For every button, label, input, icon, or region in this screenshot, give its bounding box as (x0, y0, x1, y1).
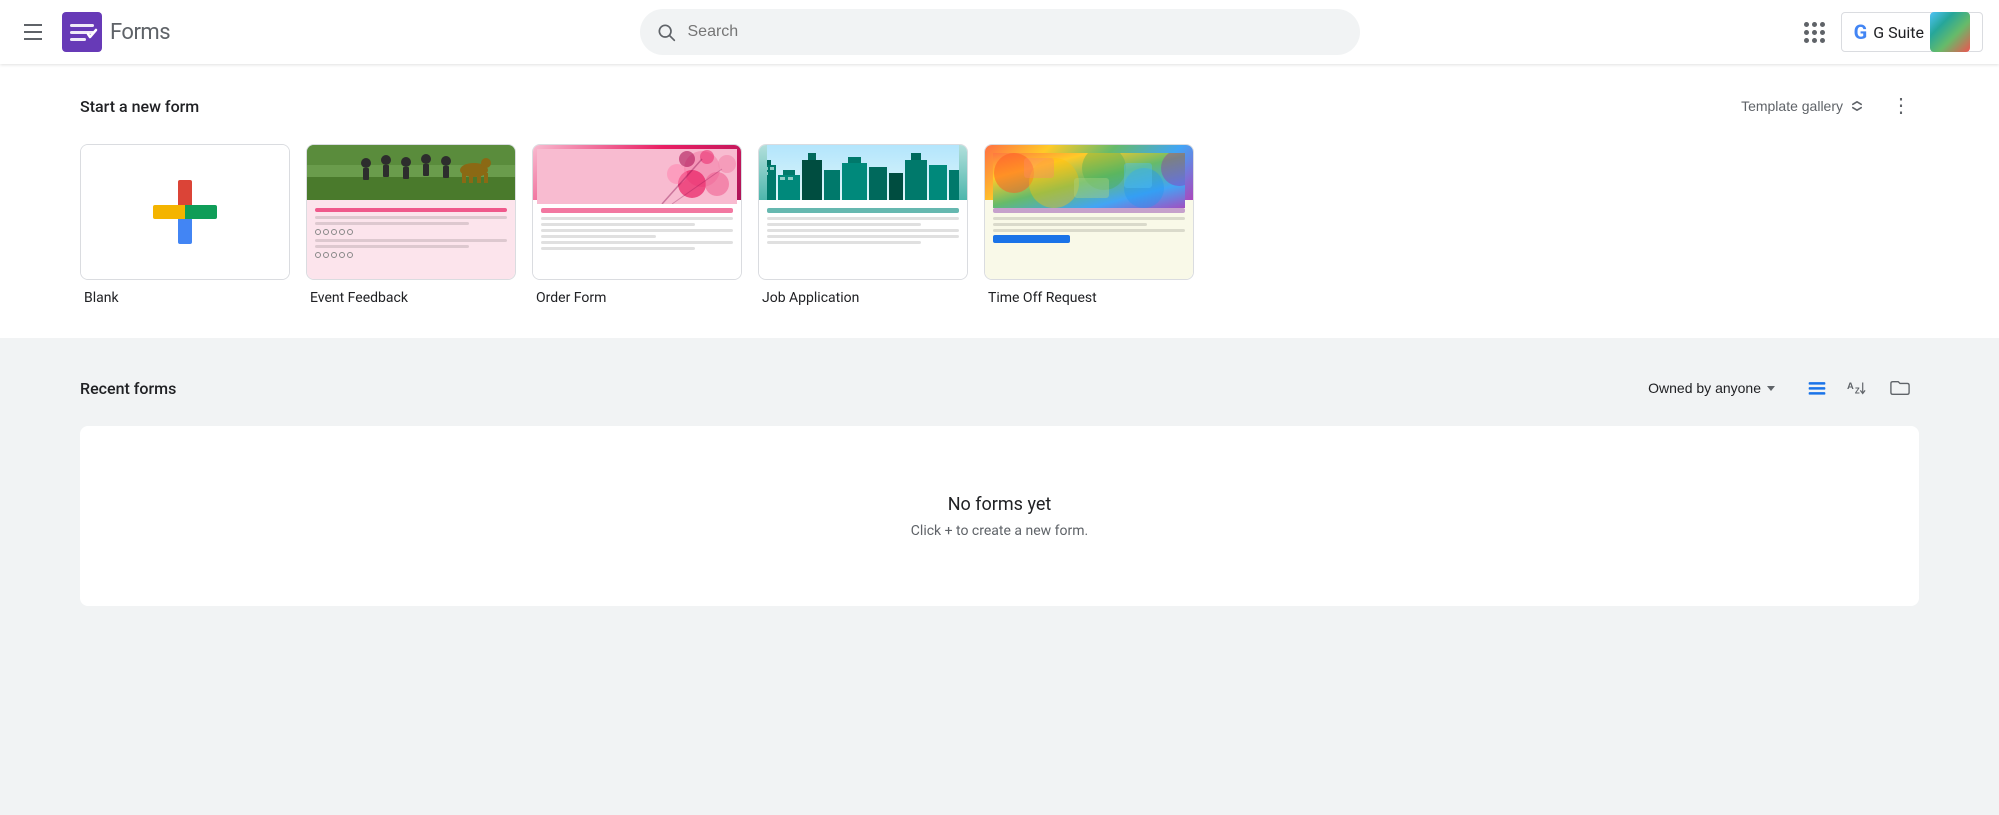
view-icons: A Z (1799, 370, 1919, 406)
app-name-label: Forms (110, 20, 170, 45)
apps-grid-button[interactable] (1796, 14, 1833, 51)
order-photo-svg (537, 149, 737, 204)
sort-az-button[interactable]: A Z (1839, 370, 1877, 406)
forms-logo-icon (62, 12, 102, 52)
time-off-request-label: Time Off Request (984, 290, 1194, 306)
plus-icon (153, 180, 217, 244)
dropdown-arrow-icon (1767, 386, 1775, 391)
time-off-request-thumbnail (984, 144, 1194, 280)
recent-title: Recent forms (80, 379, 176, 398)
template-card-time-off-request[interactable]: Time Off Request (984, 144, 1194, 306)
gsuite-label: G Suite (1873, 23, 1924, 42)
event-thumb-content (307, 145, 515, 279)
order-thumb-top (533, 145, 741, 200)
search-input[interactable] (688, 23, 1344, 41)
svg-text:A: A (1847, 380, 1854, 391)
owned-by-button[interactable]: Owned by anyone (1640, 374, 1783, 402)
timeoff-photo-svg (993, 153, 1185, 208)
template-card-order-form[interactable]: Order Form (532, 144, 742, 306)
list-view-icon (1807, 378, 1827, 398)
job-thumb-body (759, 200, 967, 279)
empty-title: No forms yet (948, 494, 1052, 515)
folder-view-icon (1889, 378, 1911, 398)
header-left: Forms (16, 12, 236, 52)
user-avatar (1930, 12, 1970, 52)
job-thumb-content (759, 145, 967, 279)
recent-controls: Owned by anyone A (1640, 370, 1919, 406)
app-logo[interactable]: Forms (62, 12, 170, 52)
order-form-thumbnail (532, 144, 742, 280)
new-form-header-right: Template gallery ⋮ (1733, 88, 1919, 124)
svg-text:Z: Z (1855, 387, 1860, 396)
event-thumb-body (307, 200, 515, 279)
event-thumb-top (307, 145, 515, 200)
recent-header: Recent forms Owned by anyone (80, 370, 1919, 406)
job-thumb-top (759, 145, 967, 200)
search-bar (640, 9, 1360, 55)
empty-state: No forms yet Click + to create a new for… (80, 426, 1919, 606)
event-feedback-thumbnail (306, 144, 516, 280)
gsuite-badge[interactable]: G G Suite (1841, 12, 1983, 52)
job-application-label: Job Application (758, 290, 968, 306)
template-gallery-button[interactable]: Template gallery (1733, 90, 1875, 122)
recent-section: Recent forms Owned by anyone (0, 338, 1999, 638)
search-container (640, 9, 1360, 55)
list-view-button[interactable] (1799, 370, 1835, 406)
order-form-label: Order Form (532, 290, 742, 306)
blank-thumbnail (80, 144, 290, 280)
timeoff-thumb-top (985, 145, 1193, 200)
grid-icon (1804, 22, 1825, 43)
hamburger-icon (24, 24, 42, 40)
sort-az-icon: A Z (1847, 378, 1869, 398)
timeoff-thumb-body (985, 200, 1193, 279)
more-dots-icon: ⋮ (1891, 96, 1911, 116)
templates-row: Blank (80, 144, 1919, 306)
template-card-blank[interactable]: Blank (80, 144, 290, 306)
event-photo-svg (307, 145, 515, 200)
blank-thumb-content (81, 145, 289, 279)
more-options-button[interactable]: ⋮ (1883, 88, 1919, 124)
new-form-header: Start a new form Template gallery ⋮ (80, 88, 1919, 124)
job-photo-svg (767, 145, 959, 200)
template-gallery-label: Template gallery (1741, 98, 1843, 114)
gsuite-g-letter: G (1854, 20, 1868, 44)
template-card-event-feedback[interactable]: Event Feedback (306, 144, 516, 306)
header: Forms G G Suite (0, 0, 1999, 64)
expand-arrows-icon (1847, 96, 1867, 116)
order-thumb-body (533, 200, 741, 279)
event-photo (307, 145, 515, 200)
main-content: Start a new form Template gallery ⋮ (0, 64, 1999, 638)
blank-label: Blank (80, 290, 290, 306)
menu-button[interactable] (16, 16, 50, 48)
search-icon (656, 22, 676, 42)
order-thumb-content (533, 145, 741, 279)
empty-subtitle: Click + to create a new form. (911, 523, 1088, 539)
owned-by-label: Owned by anyone (1648, 380, 1761, 396)
new-form-section: Start a new form Template gallery ⋮ (0, 64, 1999, 338)
new-form-title: Start a new form (80, 97, 199, 116)
event-feedback-label: Event Feedback (306, 290, 516, 306)
timeoff-thumb-content (985, 145, 1193, 279)
job-application-thumbnail (758, 144, 968, 280)
folder-view-button[interactable] (1881, 370, 1919, 406)
template-card-job-application[interactable]: Job Application (758, 144, 968, 306)
header-right: G G Suite (1763, 12, 1983, 52)
